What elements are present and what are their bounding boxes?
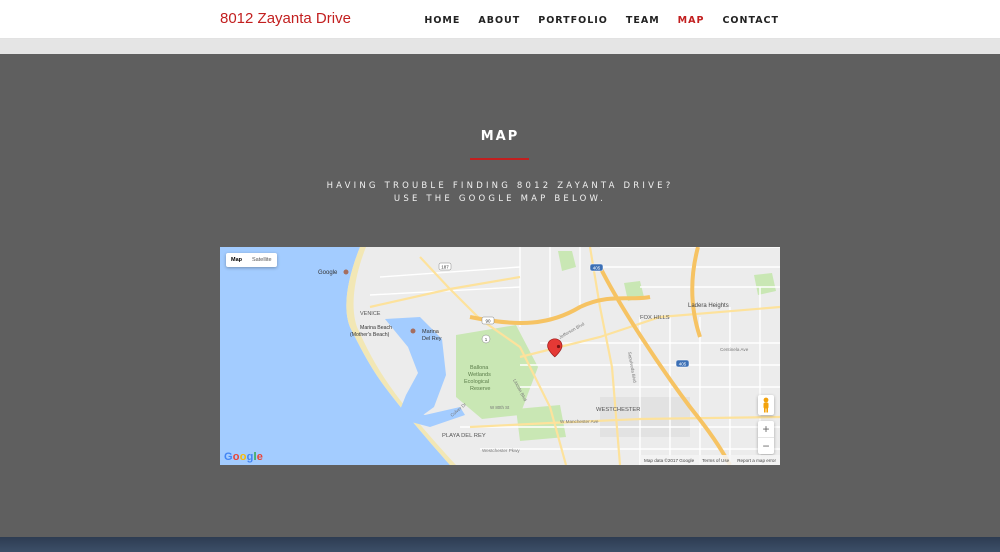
svg-text:Ballona: Ballona [470,365,489,371]
svg-text:Ladera Heights: Ladera Heights [688,303,729,309]
svg-text:Centinela Ave: Centinela Ave [720,347,749,352]
map-section: MAP HAVING TROUBLE FINDING 8012 ZAYANTA … [0,54,1000,537]
svg-text:PLAYA DEL REY: PLAYA DEL REY [442,433,486,439]
nav-item-contact[interactable]: CONTACT [722,15,779,26]
map-type-satellite-button[interactable]: Satellite [247,253,277,267]
zoom-out-button[interactable]: − [758,437,774,454]
svg-text:W 80th St: W 80th St [490,405,510,410]
brand-link[interactable]: 8012 Zayanta Drive [220,10,351,27]
svg-text:405: 405 [679,361,687,366]
svg-text:Wetlands: Wetlands [468,372,491,378]
svg-text:Ecological: Ecological [464,379,489,385]
google-logo[interactable]: Google [224,451,263,463]
map-data-attribution: Map data ©2017 Google [644,457,695,463]
map-attribution: Map data ©2017 Google Terms of Use Repor… [640,455,780,465]
map-type-control: Map Satellite [226,253,277,267]
svg-text:(Mother's Beach): (Mother's Beach) [350,332,390,338]
nav-item-portfolio[interactable]: PORTFOLIO [538,15,608,26]
nav-item-team[interactable]: TEAM [626,15,660,26]
title-underline [470,158,529,160]
zoom-in-button[interactable]: + [758,421,774,437]
map-district [600,397,690,437]
svg-text:Marina Beach: Marina Beach [360,325,392,331]
main-nav: HOME ABOUT PORTFOLIO TEAM MAP CONTACT [424,15,779,26]
map-poi-marina [410,328,416,334]
section-subtitle: HAVING TROUBLE FINDING 8012 ZAYANTA DRIV… [326,181,674,204]
svg-text:Google: Google [318,270,338,276]
next-section-edge [0,537,1000,552]
svg-text:WESTCHESTER: WESTCHESTER [596,407,640,413]
report-map-error-link[interactable]: Report a map error [737,458,776,463]
section-title: MAP [480,129,520,144]
terms-of-use-link[interactable]: Terms of Use [702,458,729,463]
map-type-map-button[interactable]: Map [226,253,247,267]
nav-item-home[interactable]: HOME [424,15,460,26]
svg-text:Westchester Pkwy: Westchester Pkwy [482,448,520,453]
svg-text:Del Rey: Del Rey [422,336,442,342]
map-canvas[interactable]: 90 1 187 405 405 Google VENICE Marina Be… [220,247,780,465]
svg-text:Marina: Marina [422,329,440,335]
map-poi-google [343,269,349,275]
pegman-icon [763,397,769,413]
svg-text:405: 405 [593,265,601,270]
zoom-control: + − [758,421,774,454]
nav-item-map[interactable]: MAP [678,15,705,26]
svg-text:W Manchester Ave: W Manchester Ave [560,419,599,424]
google-map[interactable]: 90 1 187 405 405 Google VENICE Marina Be… [220,247,780,465]
svg-text:90: 90 [485,318,491,323]
svg-text:Reserve: Reserve [470,386,490,392]
svg-text:187: 187 [441,264,449,269]
street-view-pegman-icon[interactable] [758,395,774,415]
svg-text:VENICE: VENICE [360,311,381,317]
navbar: 8012 Zayanta Drive HOME ABOUT PORTFOLIO … [0,0,1000,39]
svg-text:FOX HILLS: FOX HILLS [640,315,670,321]
nav-item-about[interactable]: ABOUT [478,15,520,26]
header-divider-strip [0,39,1000,54]
